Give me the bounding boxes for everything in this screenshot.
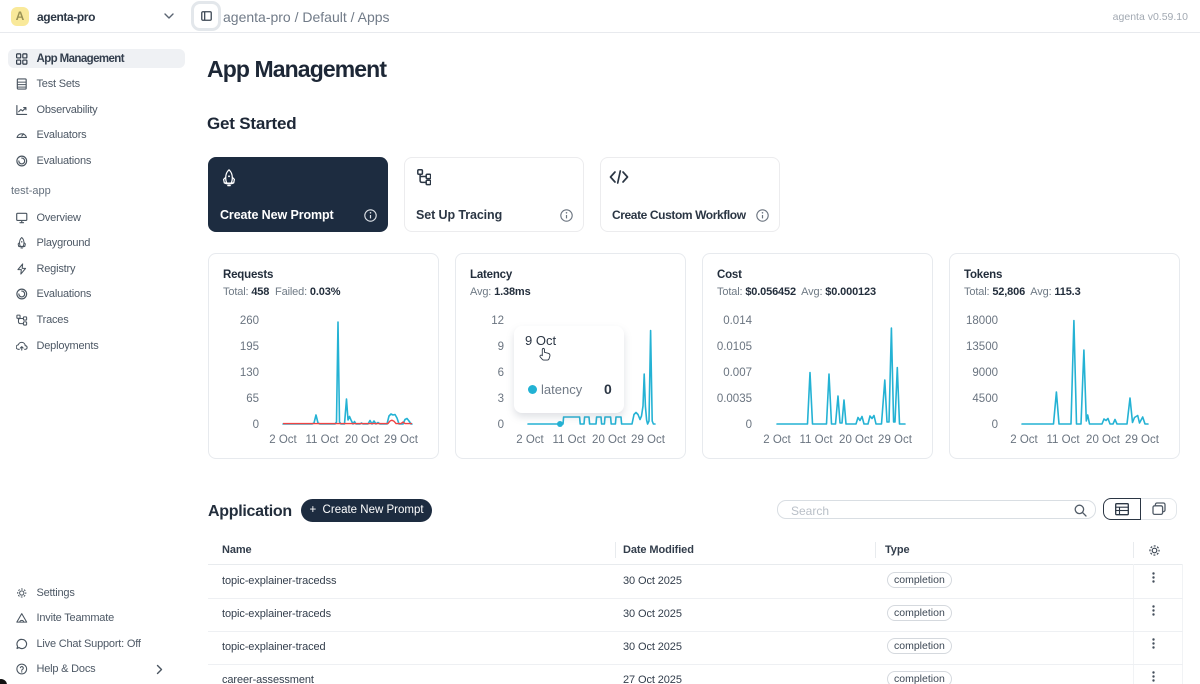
svg-text:18000: 18000 — [966, 315, 998, 327]
svg-text:9: 9 — [498, 341, 504, 353]
svg-text:0.0105: 0.0105 — [717, 341, 752, 353]
svg-text:0.014: 0.014 — [723, 315, 752, 327]
svg-text:65: 65 — [246, 393, 259, 405]
svg-text:0.0035: 0.0035 — [717, 393, 752, 405]
svg-text:0: 0 — [992, 419, 998, 431]
svg-text:0: 0 — [746, 419, 752, 431]
svg-text:12: 12 — [491, 315, 504, 327]
svg-text:0.007: 0.007 — [723, 367, 752, 379]
svg-text:13500: 13500 — [966, 341, 998, 353]
svg-text:4500: 4500 — [972, 393, 998, 405]
svg-text:195: 195 — [240, 341, 259, 353]
svg-text:0: 0 — [498, 419, 504, 431]
svg-text:3: 3 — [498, 393, 504, 405]
svg-text:20 Oct: 20 Oct — [839, 434, 874, 446]
svg-text:11 Oct: 11 Oct — [552, 434, 586, 446]
svg-text:29 Oct: 29 Oct — [631, 434, 666, 446]
svg-text:2 Oct: 2 Oct — [516, 434, 544, 446]
svg-text:9000: 9000 — [972, 367, 998, 379]
svg-text:11 Oct: 11 Oct — [799, 434, 833, 446]
svg-text:0: 0 — [253, 419, 259, 431]
svg-text:11 Oct: 11 Oct — [1046, 434, 1080, 446]
svg-text:20 Oct: 20 Oct — [345, 434, 380, 446]
svg-text:2 Oct: 2 Oct — [763, 434, 791, 446]
svg-text:29 Oct: 29 Oct — [384, 434, 419, 446]
svg-text:20 Oct: 20 Oct — [592, 434, 627, 446]
svg-text:130: 130 — [240, 367, 259, 379]
svg-text:2 Oct: 2 Oct — [1010, 434, 1038, 446]
svg-text:20 Oct: 20 Oct — [1086, 434, 1121, 446]
svg-text:2 Oct: 2 Oct — [269, 434, 297, 446]
svg-text:29 Oct: 29 Oct — [1125, 434, 1160, 446]
svg-text:6: 6 — [498, 367, 504, 379]
svg-text:260: 260 — [240, 315, 259, 327]
svg-text:29 Oct: 29 Oct — [878, 434, 913, 446]
svg-text:11 Oct: 11 Oct — [305, 434, 339, 446]
